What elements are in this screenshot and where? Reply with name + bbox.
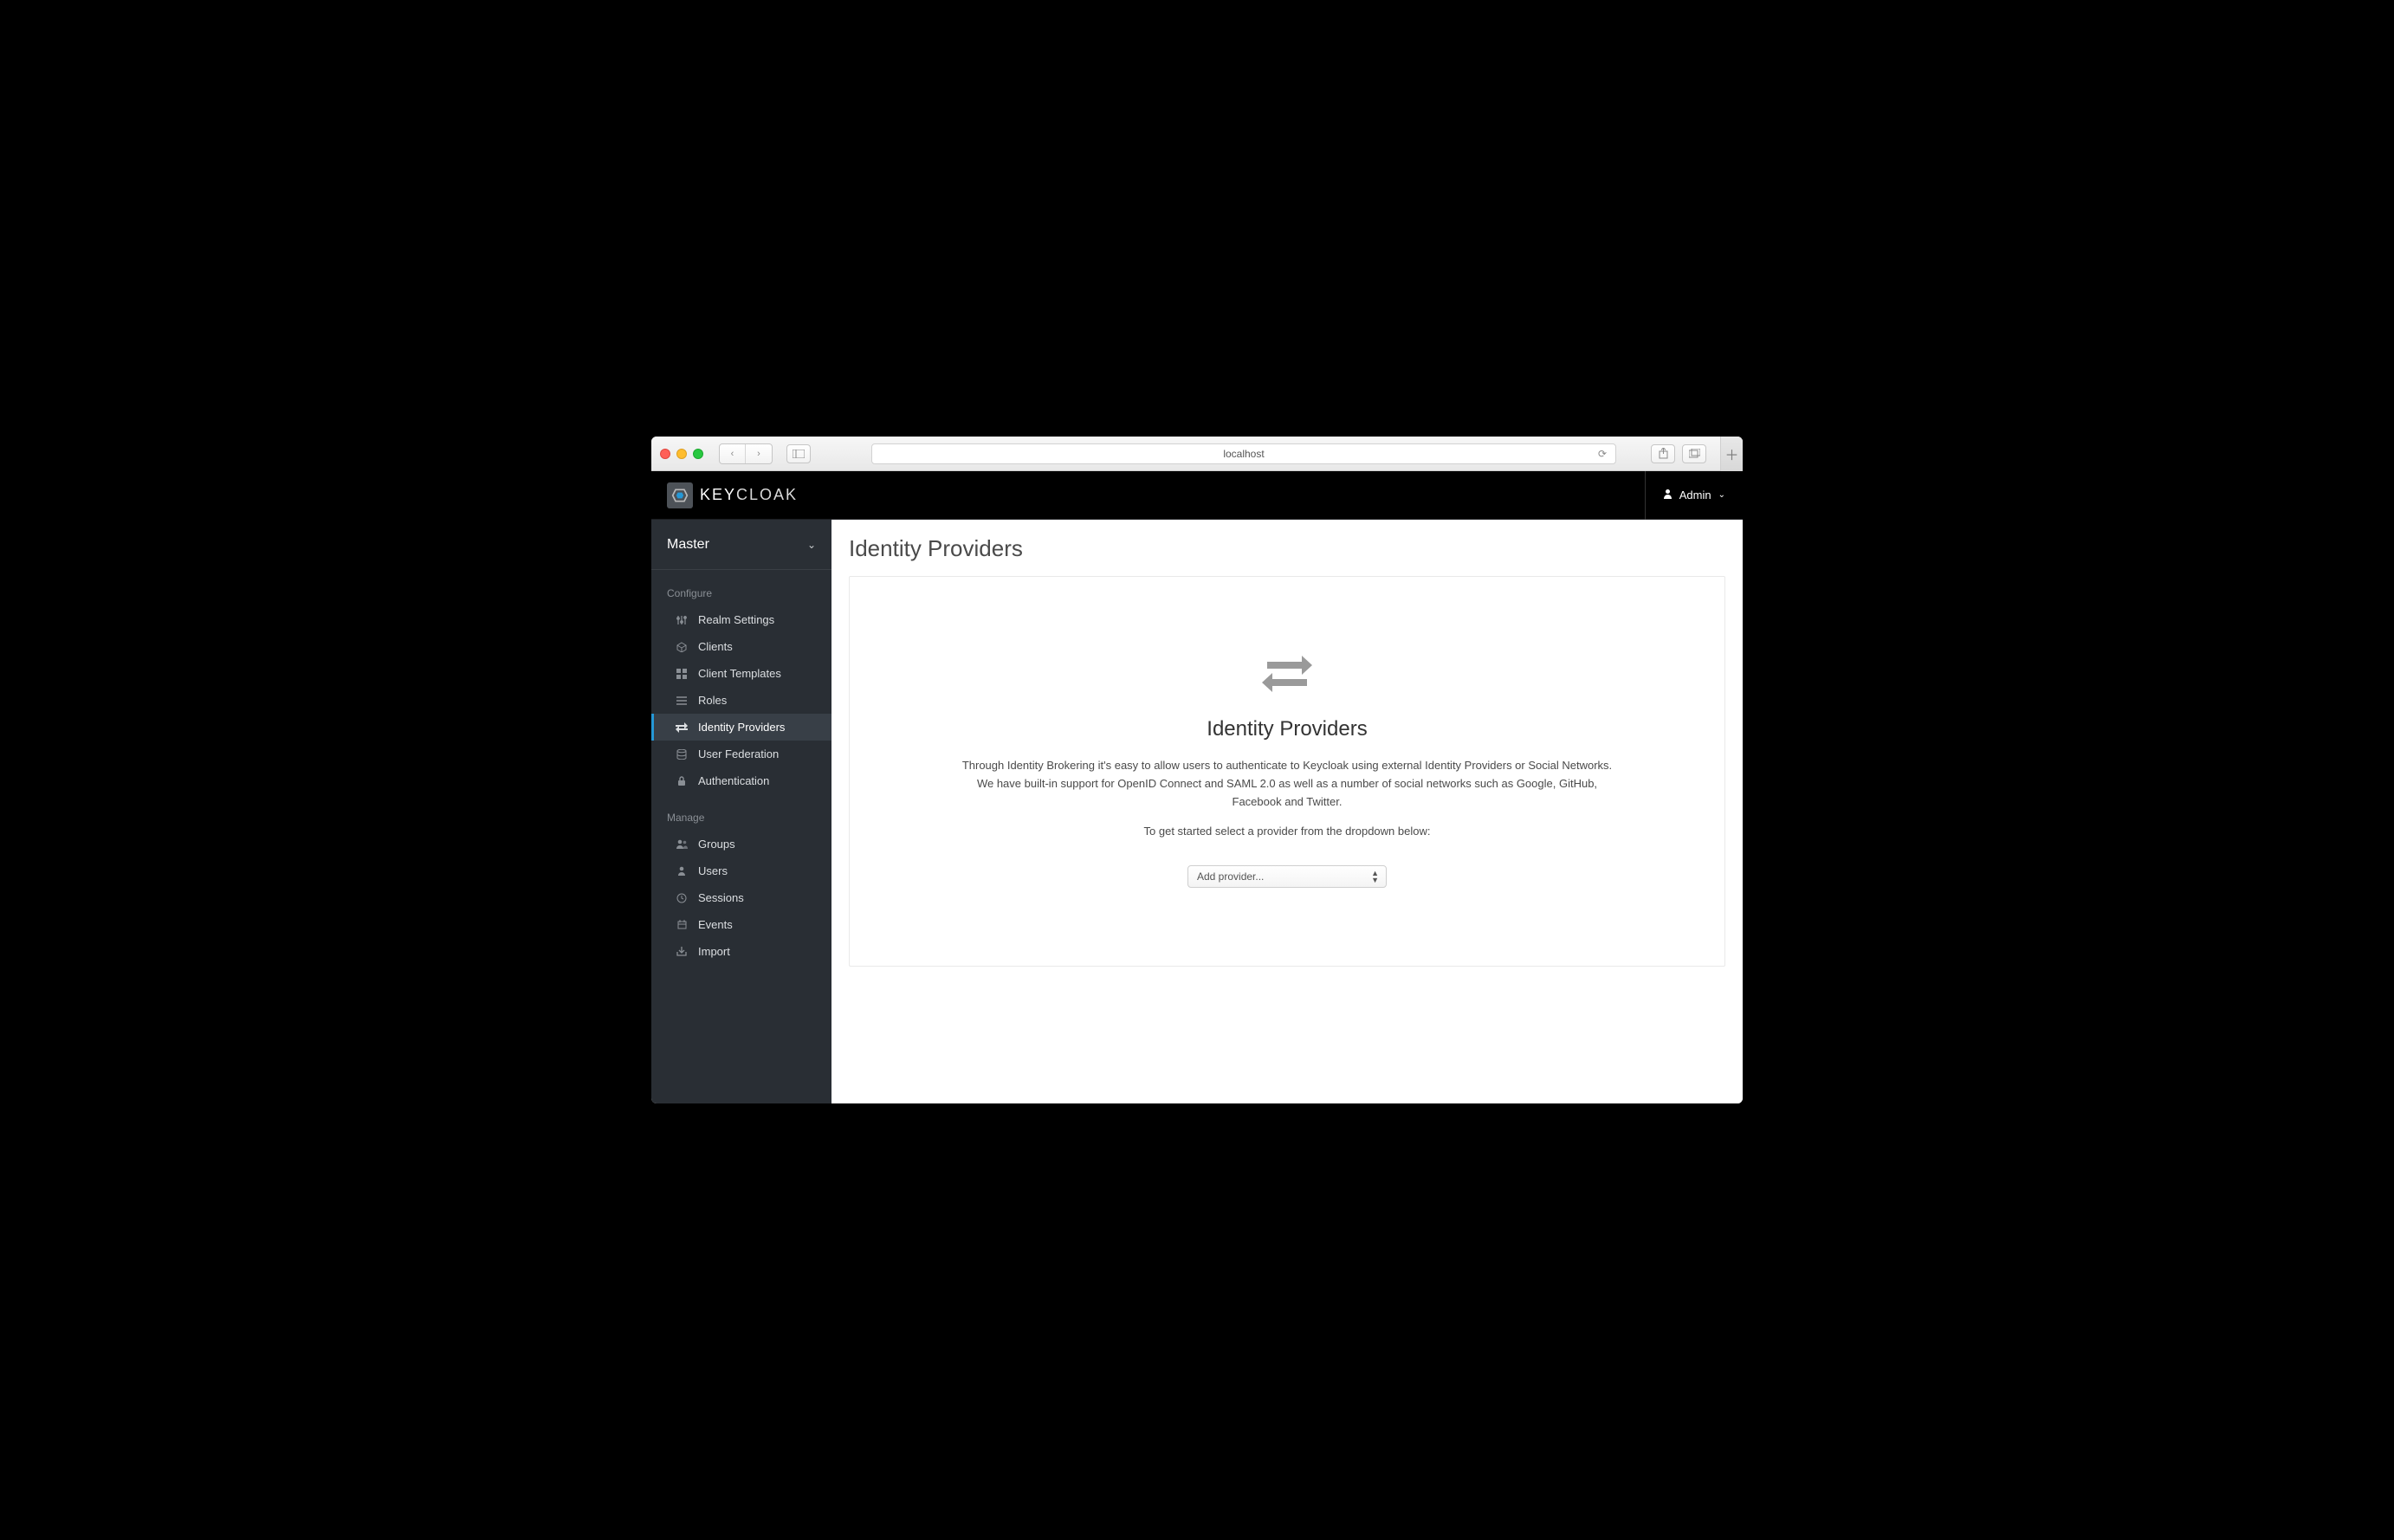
database-icon [676, 749, 688, 760]
sidebar-item-users[interactable]: Users [651, 857, 831, 884]
list-icon [676, 696, 688, 705]
main-content: Identity Providers Identity Providers Th… [831, 520, 1743, 1103]
user-menu[interactable]: Admin ⌄ [1645, 471, 1725, 520]
tiles-icon [676, 669, 688, 679]
sidebar-item-import[interactable]: Import [651, 938, 831, 965]
sidebar-item-roles[interactable]: Roles [651, 687, 831, 714]
brand-text: KEYCLOAK [700, 486, 798, 504]
sidebar-item-authentication[interactable]: Authentication [651, 767, 831, 794]
page-title: Identity Providers [849, 535, 1725, 562]
sidebar-item-label: Events [698, 918, 733, 931]
tabs-button[interactable] [1682, 444, 1706, 463]
sidebar-item-label: User Federation [698, 747, 779, 760]
exchange-icon [676, 722, 688, 733]
empty-state-description-1: Through Identity Brokering it's easy to … [958, 757, 1616, 775]
sliders-icon [676, 615, 688, 625]
sidebar-item-label: Client Templates [698, 667, 781, 680]
empty-state-panel: Identity Providers Through Identity Brok… [849, 576, 1725, 967]
import-icon [676, 947, 688, 956]
realm-name: Master [667, 537, 709, 553]
section-manage-label: Manage [651, 794, 831, 831]
url-text: localhost [1223, 448, 1264, 460]
sidebar-item-label: Identity Providers [698, 721, 785, 734]
sidebar-item-label: Import [698, 945, 730, 958]
user-icon [676, 866, 688, 876]
dropdown-label: Add provider... [1197, 870, 1264, 883]
new-tab-button[interactable]: ＋ [1720, 437, 1743, 471]
sidebar-item-label: Realm Settings [698, 613, 774, 626]
minimize-window-button[interactable] [676, 449, 687, 459]
lock-icon [676, 776, 688, 786]
back-button[interactable]: ‹ [720, 444, 746, 463]
chevron-down-icon: ⌄ [1718, 490, 1725, 500]
empty-state-instruction: To get started select a provider from th… [958, 823, 1616, 841]
realm-selector[interactable]: Master ⌄ [651, 520, 831, 570]
share-button[interactable] [1651, 444, 1675, 463]
maximize-window-button[interactable] [693, 449, 703, 459]
app-header: KEYCLOAK Admin ⌄ [651, 471, 1743, 520]
cube-icon [676, 642, 688, 652]
empty-state-description-2: We have built-in support for OpenID Conn… [958, 775, 1616, 812]
section-configure-label: Configure [651, 570, 831, 606]
sidebar-item-groups[interactable]: Groups [651, 831, 831, 857]
sidebar-item-label: Groups [698, 838, 735, 851]
sidebar: Master ⌄ Configure Realm Settings Client… [651, 520, 831, 1103]
window-controls [660, 449, 710, 459]
sidebar-item-sessions[interactable]: Sessions [651, 884, 831, 911]
calendar-icon [676, 920, 688, 929]
users-icon [676, 839, 688, 849]
sidebar-item-events[interactable]: Events [651, 911, 831, 938]
address-bar[interactable]: localhost ⟳ [871, 443, 1616, 464]
sidebar-item-label: Sessions [698, 891, 744, 904]
user-label: Admin [1679, 489, 1711, 501]
forward-button[interactable]: › [746, 444, 772, 463]
titlebar-right [1651, 444, 1706, 463]
clock-icon [676, 893, 688, 903]
nav-buttons: ‹ › [719, 443, 773, 464]
add-provider-dropdown[interactable]: Add provider... ▲▼ [1187, 865, 1387, 888]
user-icon [1663, 489, 1673, 501]
keycloak-logo-icon [667, 482, 693, 508]
sidebar-item-label: Roles [698, 694, 727, 707]
reload-icon[interactable]: ⟳ [1598, 448, 1607, 460]
empty-state-title: Identity Providers [902, 717, 1673, 741]
sidebar-toggle[interactable] [786, 444, 811, 463]
chevron-down-icon: ⌄ [807, 539, 816, 551]
sidebar-item-label: Users [698, 864, 728, 877]
sidebar-item-clients[interactable]: Clients [651, 633, 831, 660]
sidebar-item-identity-providers[interactable]: Identity Providers [651, 714, 831, 741]
sidebar-item-client-templates[interactable]: Client Templates [651, 660, 831, 687]
browser-titlebar: ‹ › localhost ⟳ ＋ [651, 437, 1743, 471]
browser-window: ‹ › localhost ⟳ ＋ KEYCLOAK [651, 437, 1743, 1103]
sidebar-item-label: Clients [698, 640, 733, 653]
sidebar-item-label: Authentication [698, 774, 769, 787]
exchange-large-icon [902, 655, 1673, 693]
sidebar-item-user-federation[interactable]: User Federation [651, 741, 831, 767]
sidebar-item-realm-settings[interactable]: Realm Settings [651, 606, 831, 633]
close-window-button[interactable] [660, 449, 670, 459]
select-arrows-icon: ▲▼ [1371, 870, 1379, 883]
brand[interactable]: KEYCLOAK [667, 482, 798, 508]
app-body: Master ⌄ Configure Realm Settings Client… [651, 520, 1743, 1103]
